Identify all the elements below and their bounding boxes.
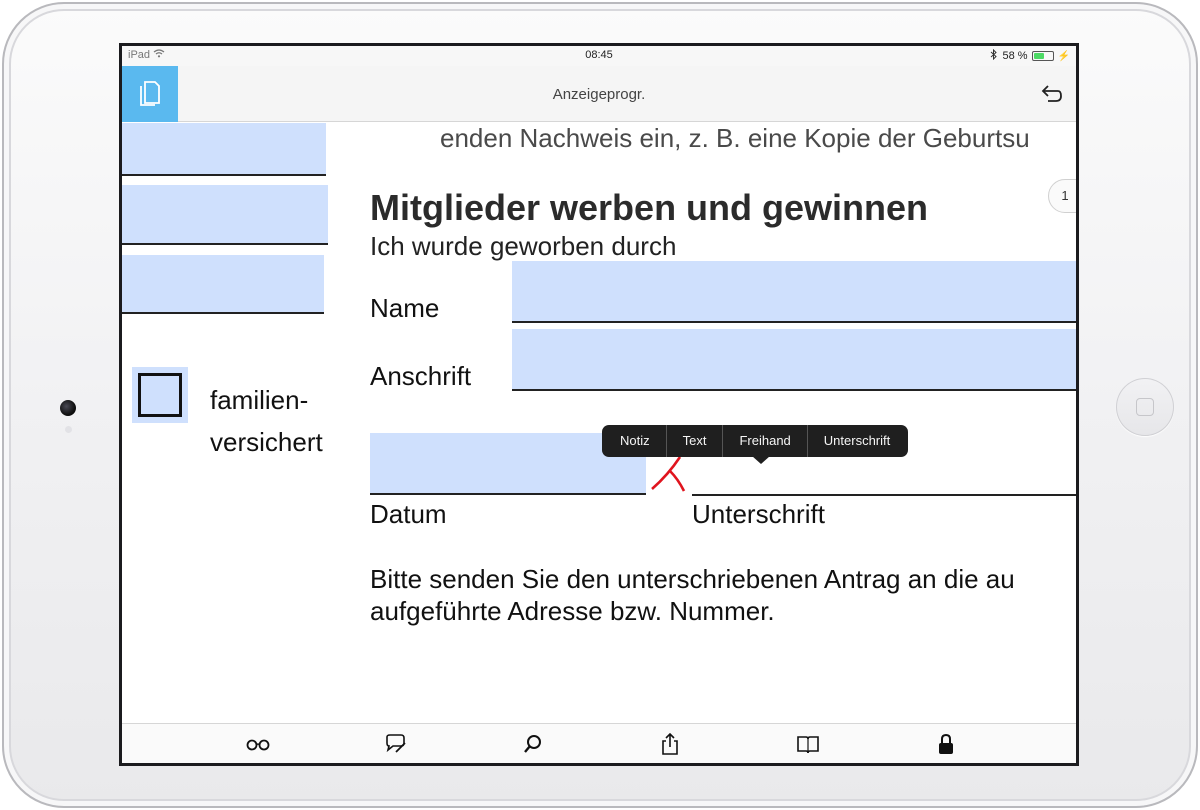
checkbox-box bbox=[138, 373, 182, 417]
search-icon[interactable] bbox=[521, 733, 545, 755]
popover-notiz[interactable]: Notiz bbox=[604, 425, 667, 457]
comment-icon[interactable] bbox=[384, 733, 408, 755]
undo-icon bbox=[1038, 85, 1064, 110]
nav-bar: Anzeigeprogr. bbox=[122, 66, 1076, 122]
left-form-field-2[interactable] bbox=[122, 185, 328, 245]
glasses-icon[interactable] bbox=[246, 733, 270, 755]
document-view[interactable]: enden Nachweis ein, z. B. eine Kopie der… bbox=[122, 123, 1076, 723]
left-form-field-3[interactable] bbox=[122, 255, 324, 314]
status-time: 08:45 bbox=[585, 49, 613, 61]
charging-icon: ⚡ bbox=[1057, 50, 1070, 62]
paragraph-line-2: aufgeführte Adresse bzw. Nummer. bbox=[370, 596, 775, 626]
signature-mark-icon bbox=[648, 451, 688, 493]
light-sensor bbox=[65, 426, 72, 433]
section-title: Mitglieder werben und gewinnen bbox=[370, 187, 929, 228]
bluetooth-icon bbox=[990, 48, 998, 63]
lock-icon[interactable] bbox=[934, 733, 958, 755]
name-label: Name bbox=[370, 293, 440, 323]
popover-arrow bbox=[752, 456, 770, 464]
name-field[interactable] bbox=[512, 261, 1076, 323]
checkbox-label-line2: versichert bbox=[210, 427, 323, 457]
share-icon[interactable] bbox=[658, 733, 682, 755]
checkbox-label-line1: familien- bbox=[210, 385, 309, 415]
date-label: Datum bbox=[370, 499, 447, 529]
battery-fill bbox=[1033, 53, 1044, 59]
subtitle: Ich wurde geworben durch bbox=[370, 231, 677, 261]
left-form-field-1[interactable] bbox=[122, 123, 326, 176]
undo-button[interactable] bbox=[1038, 82, 1064, 106]
signature-label: Unterschrift bbox=[692, 499, 825, 529]
top-cut-text: enden Nachweis ein, z. B. eine Kopie der… bbox=[440, 123, 1030, 153]
address-label: Anschrift bbox=[370, 361, 472, 391]
battery-icon bbox=[1031, 51, 1054, 61]
popover-freihand[interactable]: Freihand bbox=[723, 425, 808, 457]
popover-text[interactable]: Text bbox=[667, 425, 724, 457]
annotation-popover: Notiz Text Freihand Unterschrift bbox=[602, 425, 909, 457]
book-icon[interactable] bbox=[796, 733, 820, 755]
familienversichert-checkbox[interactable] bbox=[132, 367, 188, 423]
home-button[interactable] bbox=[1116, 378, 1174, 436]
front-camera bbox=[60, 400, 76, 416]
screen: iPad 08:45 58 % ⚡ Anzeigeprogr. enden Na… bbox=[119, 43, 1079, 766]
page-indicator[interactable]: 1 bbox=[1048, 179, 1076, 213]
nav-title: Anzeigeprogr. bbox=[552, 86, 646, 103]
home-square-icon bbox=[1136, 398, 1154, 416]
bottom-toolbar bbox=[122, 723, 1076, 763]
instruction-paragraph: Bitte senden Sie den unterschriebenen An… bbox=[370, 563, 1015, 627]
status-right: 58 % ⚡ bbox=[990, 48, 1070, 63]
popover-unterschrift[interactable]: Unterschrift bbox=[808, 425, 906, 457]
battery-percent: 58 % bbox=[1002, 50, 1028, 62]
status-bar: iPad 08:45 58 % ⚡ bbox=[122, 46, 1076, 66]
signature-line bbox=[692, 494, 1076, 496]
paragraph-line-1: Bitte senden Sie den unterschriebenen An… bbox=[370, 564, 1015, 594]
address-field[interactable] bbox=[512, 329, 1076, 391]
